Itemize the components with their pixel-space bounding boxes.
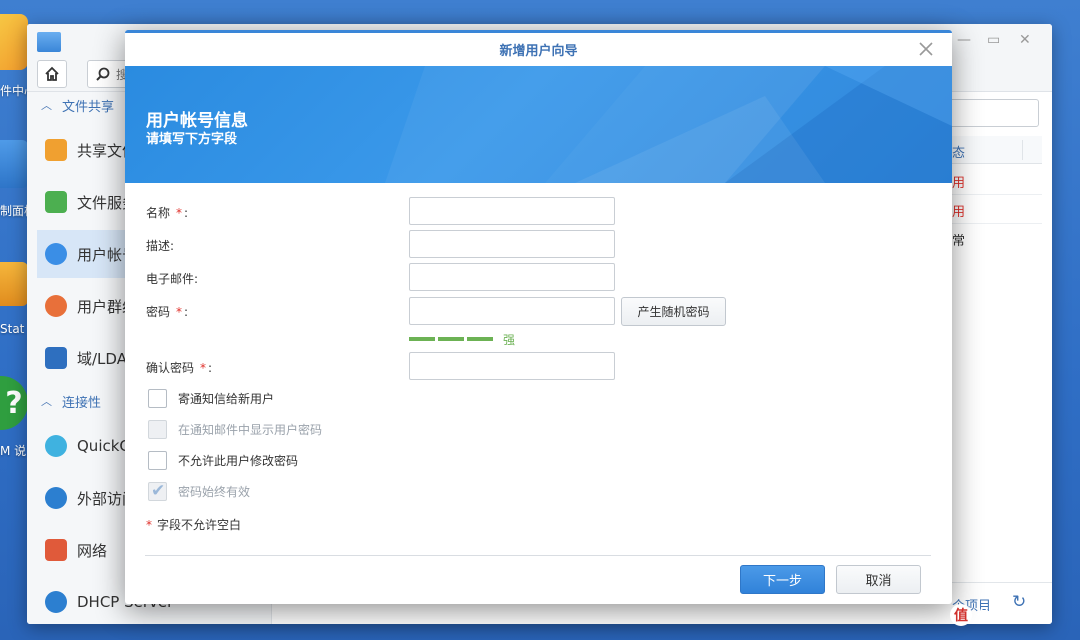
required-star: *	[176, 206, 183, 220]
checkmark-icon: ✔	[151, 481, 166, 501]
required-fields-note: * 字段不允许空白	[146, 516, 241, 533]
required-star: *	[146, 518, 152, 532]
label-colon: :	[184, 206, 189, 220]
section-label: 文件共享	[62, 99, 115, 115]
quickconnect-icon	[45, 435, 67, 457]
cancel-button[interactable]: 取消	[836, 565, 921, 594]
watermark-logo-icon: 值	[950, 604, 972, 626]
password-never-expires-checkbox-row: ✔ 密码始终有效	[148, 482, 250, 501]
confirm-label-text: 确认密码	[146, 361, 195, 375]
dialog-titlebar: 新增用户向导	[125, 30, 952, 66]
show-password-in-mail-checkbox-row: 在通知邮件中显示用户密码	[148, 420, 322, 439]
group-icon	[45, 295, 67, 317]
email-label: 电子邮件:	[146, 272, 199, 286]
show-password-in-mail-checkbox	[148, 420, 167, 439]
directory-icon	[45, 347, 67, 369]
status-cell: 用	[952, 205, 966, 220]
desktop-icon-label: Stat	[0, 322, 25, 336]
generate-password-button[interactable]: 产生随机密码	[621, 297, 726, 326]
help-icon[interactable]: ?	[0, 376, 28, 430]
footer-divider	[145, 555, 931, 556]
control-panel-icon[interactable]	[0, 140, 28, 188]
dialog-banner: 用户帐号信息 请填写下方字段	[125, 66, 952, 183]
section-label: 连接性	[62, 395, 102, 411]
banner-subtitle: 请填写下方字段	[146, 132, 238, 147]
password-label-text: 密码	[146, 305, 171, 319]
dhcp-icon	[45, 591, 67, 613]
column-divider	[1022, 140, 1023, 160]
chevron-up-icon: ︿	[41, 99, 52, 112]
banner-decoration	[385, 66, 952, 183]
status-cell: 用	[952, 176, 966, 191]
send-notification-checkbox[interactable]	[148, 389, 167, 408]
checkbox-label: 在通知邮件中显示用户密码	[178, 423, 323, 437]
search-icon	[96, 67, 110, 81]
email-field[interactable]	[409, 263, 615, 291]
strength-bar-segment	[467, 337, 493, 341]
sidebar-item-label: 网络	[77, 541, 108, 560]
name-label-text: 名称	[146, 206, 171, 220]
name-field[interactable]	[409, 197, 615, 225]
password-label: 密码 *:	[146, 303, 188, 320]
desktop-icon-label: M 说	[0, 444, 27, 458]
label-colon: :	[184, 305, 189, 319]
storage-manager-icon[interactable]	[0, 262, 28, 306]
user-icon	[45, 243, 67, 265]
name-label: 名称 *:	[146, 204, 188, 221]
send-notification-checkbox-row[interactable]: 寄通知信给新用户	[148, 389, 274, 408]
disallow-password-change-checkbox-row[interactable]: 不允许此用户修改密码	[148, 451, 298, 470]
password-field[interactable]	[409, 297, 615, 325]
minimize-icon[interactable]: —	[957, 32, 971, 48]
next-button[interactable]: 下一步	[740, 565, 825, 594]
package-center-icon[interactable]	[0, 14, 28, 70]
required-note-text: 字段不允许空白	[157, 518, 242, 532]
file-services-icon	[45, 191, 67, 213]
checkbox-label: 密码始终有效	[178, 485, 251, 499]
strength-bar-segment	[438, 337, 464, 341]
shared-folder-icon	[45, 139, 67, 161]
chevron-up-icon: ︿	[41, 395, 52, 408]
disallow-password-change-checkbox[interactable]	[148, 451, 167, 470]
status-column-header[interactable]: 态	[952, 142, 965, 161]
description-label: 描述:	[146, 239, 175, 253]
status-cell: 常	[952, 234, 966, 249]
required-star: *	[200, 361, 207, 375]
create-user-dialog: 新增用户向导 用户帐号信息 请填写下方字段 名称 *: 描述: 电子邮件: 密码 *…	[125, 30, 952, 604]
network-icon	[45, 539, 67, 561]
watermark: 值 什么值得买	[950, 604, 1052, 626]
strength-bar-segment	[409, 337, 435, 341]
checkbox-label: 不允许此用户修改密码	[178, 454, 299, 468]
maximize-icon[interactable]: ▭	[987, 32, 1000, 48]
confirm-password-label: 确认密码 *:	[146, 359, 212, 376]
label-colon: :	[208, 361, 213, 375]
confirm-password-field[interactable]	[409, 352, 615, 380]
password-never-expires-checkbox: ✔	[148, 482, 167, 501]
dialog-title: 新增用户向导	[499, 44, 578, 59]
close-icon[interactable]	[918, 41, 934, 57]
window-app-icon	[37, 32, 61, 52]
globe-icon	[45, 487, 67, 509]
home-icon	[45, 66, 59, 81]
home-button[interactable]	[37, 60, 67, 88]
description-field[interactable]	[409, 230, 615, 258]
required-star: *	[176, 305, 183, 319]
close-icon[interactable]: ✕	[1019, 32, 1031, 48]
password-strength-label: 强	[503, 333, 516, 347]
checkbox-label: 寄通知信给新用户	[178, 392, 275, 406]
watermark-text: 什么值得买	[977, 606, 1053, 625]
